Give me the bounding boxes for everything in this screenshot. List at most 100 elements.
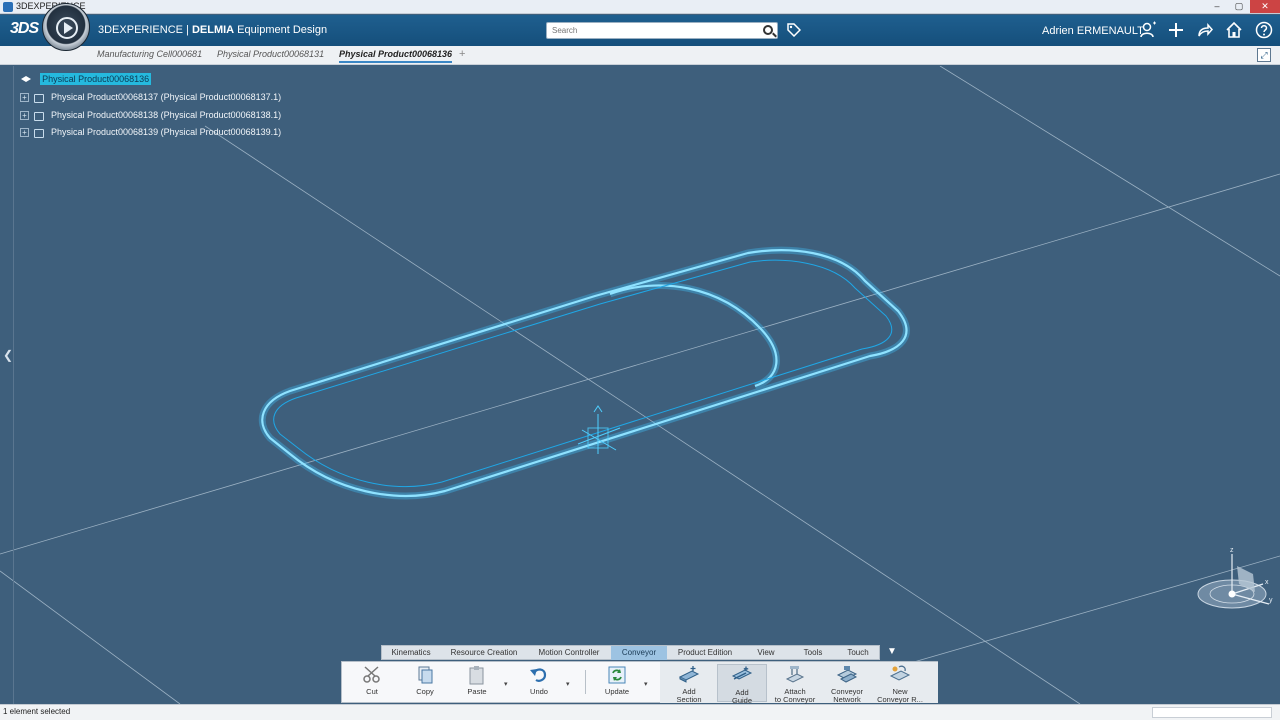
expand-icon[interactable]: + (20, 92, 29, 102)
cut-button[interactable]: Cut (347, 664, 397, 702)
brand-bold-text: DELMIA (191, 24, 235, 36)
tab-view[interactable]: View (746, 646, 786, 660)
copy-icon (414, 665, 436, 685)
tree-item[interactable]: + Physical Product00068139 (Physical Prod… (20, 126, 281, 138)
update-button[interactable]: Update (592, 664, 642, 702)
play-icon (56, 17, 78, 39)
product-icon (33, 110, 44, 121)
app-name-text: Equipment Design (234, 24, 328, 36)
attach-icon (784, 665, 806, 685)
expand-icon[interactable]: + (20, 127, 29, 137)
network-label-line2: Network (833, 695, 861, 704)
axis-x-label: x (1265, 579, 1269, 586)
tab-kinematics[interactable]: Kinematics (382, 646, 440, 660)
tree-item[interactable]: + Physical Product00068138 (Physical Prod… (20, 109, 281, 121)
paste-dropdown-icon[interactable]: ▾ (504, 680, 508, 688)
tree-item-label[interactable]: Physical Product00068138 (Physical Produ… (51, 110, 281, 120)
tab-manufacturing-cell[interactable]: Manufacturing Cell000681 (97, 49, 202, 59)
new-conveyor-label-line2: Conveyor R... (877, 695, 923, 704)
ds-logo: 3DS (10, 20, 39, 37)
axis-z-label: z (1230, 547, 1234, 554)
attach-label: Attach to Conveyor (770, 688, 820, 704)
app-title: 3DEXPERIENCE | DELMIA Equipment Design (98, 24, 327, 36)
product-icon (33, 92, 44, 103)
status-bar: 1 element selected (0, 704, 1280, 720)
tree-root-label[interactable]: Physical Product00068136 (40, 73, 152, 86)
search-input[interactable] (547, 23, 747, 38)
close-button[interactable]: ✕ (1250, 0, 1280, 13)
tab-conveyor[interactable]: Conveyor (611, 646, 667, 660)
add-guide-icon (731, 666, 753, 686)
cut-label: Cut (366, 687, 378, 696)
undo-dropdown-icon[interactable]: ▾ (566, 680, 570, 688)
user-name[interactable]: Adrien ERMENAULT (1042, 25, 1144, 37)
minimize-button[interactable]: – (1206, 0, 1228, 13)
paste-icon (466, 665, 488, 685)
add-section-label: Add Section (664, 688, 714, 704)
update-label: Update (604, 687, 630, 696)
command-input[interactable] (1152, 707, 1272, 718)
product-icon (33, 127, 44, 138)
plus-icon[interactable] (1167, 21, 1185, 39)
paste-button[interactable]: Paste (452, 664, 502, 702)
tree-item-label[interactable]: Physical Product00068139 (Physical Produ… (51, 127, 281, 137)
update-icon (606, 665, 628, 685)
scene-canvas (0, 66, 1280, 704)
attach-to-conveyor-button[interactable]: Attach to Conveyor (770, 664, 820, 704)
brand-text: 3DEXPERIENCE | (98, 24, 192, 36)
copy-label: Copy (416, 687, 434, 696)
search-icon[interactable] (763, 25, 773, 35)
separator (585, 670, 586, 694)
home-icon[interactable] (1225, 21, 1243, 39)
window-controls: – ▢ ✕ (1206, 0, 1280, 14)
add-section-button[interactable]: Add Section (664, 664, 714, 704)
copy-button[interactable]: Copy (400, 664, 450, 702)
app-icon (3, 2, 13, 12)
tab-touch[interactable]: Touch (838, 646, 878, 660)
tab-physical-product-131[interactable]: Physical Product00068131 (217, 49, 324, 59)
conveyor-network-button[interactable]: Conveyor Network (822, 664, 872, 704)
os-titlebar: 3DEXPERIENCE – ▢ ✕ (0, 0, 1280, 14)
action-bar-tabs: Kinematics Resource Creation Motion Cont… (381, 645, 880, 660)
chevron-left-icon[interactable]: ❮ (3, 348, 13, 362)
tab-tools[interactable]: Tools (793, 646, 833, 660)
share-icon[interactable] (1196, 21, 1214, 39)
tab-physical-product-136[interactable]: Physical Product00068136 (339, 49, 453, 63)
search-box (546, 22, 778, 39)
3d-viewport[interactable]: ❮ Physical Product00068136 + Physical Pro… (0, 66, 1280, 704)
tab-product-edition[interactable]: Product Edition (672, 646, 738, 660)
status-text: 1 element selected (3, 707, 71, 716)
conveyor-network-icon (836, 665, 858, 685)
axis-y-label: y (1269, 597, 1273, 604)
add-section-label-line2: Section (676, 695, 702, 704)
tab-motion-controller[interactable]: Motion Controller (530, 646, 608, 660)
new-conveyor-label: New Conveyor R... (875, 688, 925, 704)
left-panel-edge[interactable]: ❮ (0, 66, 14, 704)
add-guide-button[interactable]: Add Guide (717, 664, 767, 705)
update-dropdown-icon[interactable]: ▾ (644, 680, 648, 688)
tab-resource-creation[interactable]: Resource Creation (444, 646, 524, 660)
tree-item-label[interactable]: Physical Product00068137 (Physical Produ… (51, 92, 281, 102)
tree-item[interactable]: + Physical Product00068137 (Physical Prod… (20, 91, 281, 103)
new-conveyor-button[interactable]: New Conveyor R... (875, 664, 925, 704)
tree-root[interactable]: Physical Product00068136 (20, 73, 152, 86)
root-product-icon (20, 74, 32, 84)
attach-label-line2: to Conveyor (774, 695, 816, 704)
view-orientation-icon[interactable]: z x y (1193, 544, 1275, 634)
undo-button[interactable]: Undo (514, 664, 564, 702)
compass-widget[interactable] (42, 3, 90, 51)
add-guide-label: Add Guide (718, 689, 766, 705)
help-icon[interactable] (1255, 21, 1273, 39)
chevron-down-icon[interactable]: ▼ (885, 645, 899, 659)
conveyor-track[interactable] (258, 246, 910, 500)
user-icon[interactable] (1139, 21, 1157, 39)
add-section-icon (678, 665, 700, 685)
expand-icon[interactable]: + (20, 110, 29, 120)
action-bar: Cut Copy Paste ▾ Undo ▾ Update ▾ Add Sect… (341, 661, 938, 705)
tag-icon[interactable] (787, 23, 802, 38)
maximize-view-icon[interactable]: ⤢ (1257, 48, 1271, 62)
new-conveyor-icon (889, 665, 911, 685)
maximize-button[interactable]: ▢ (1228, 0, 1250, 13)
conveyor-network-label: Conveyor Network (822, 688, 872, 704)
add-tab-icon[interactable]: + (459, 48, 465, 60)
